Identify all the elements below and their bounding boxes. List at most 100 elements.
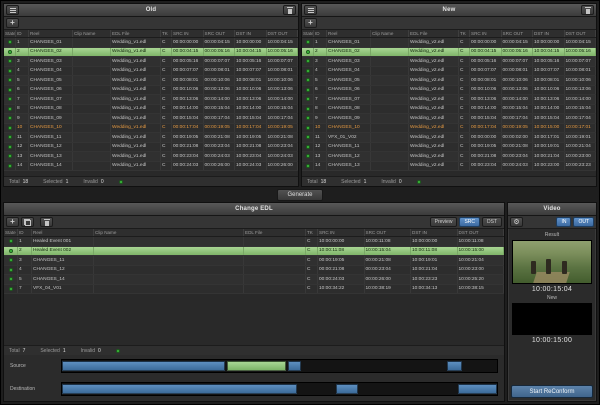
cell-dst-in: 10:00:00:00: [235, 38, 267, 47]
table-row[interactable]: 8CHANGES_08Wedding_v2.edlC00:00:14:0000:…: [302, 105, 596, 115]
preview-button[interactable]: Preview: [430, 217, 458, 227]
cell-clip-name: [73, 48, 111, 57]
destination-timeline-track[interactable]: [61, 382, 498, 396]
video-settings-button[interactable]: ⚙: [510, 217, 523, 227]
cell-state: [4, 143, 16, 152]
table-row[interactable]: 14CHANGES_14Wedding_v1.edlC00:00:24:0300…: [4, 162, 298, 172]
table-row[interactable]: 3CHANGES_03Wedding_v1.edlC00:00:05:1600:…: [4, 57, 298, 67]
table-row[interactable]: 12CHANGES_12Wedding_v1.edlC00:00:21:0800…: [4, 143, 298, 153]
table-row[interactable]: 4CHANGES_04Wedding_v2.edlC00:00:07:0700:…: [302, 67, 596, 77]
table-row[interactable]: 1CHANGES_01Wedding_v2.edlC00:00:00:0000:…: [302, 38, 596, 48]
dst-toggle-button[interactable]: DST: [482, 217, 502, 227]
cell-dst-in: 10:00:07:07: [533, 67, 565, 76]
cell-reel: CHANGES_02: [29, 48, 73, 57]
table-row[interactable]: 2CHANGES_02Wedding_v1.edlC00:00:04:1500:…: [4, 48, 298, 58]
table-row[interactable]: 7CHANGES_07Wedding_v1.edlC00:00:13:0600:…: [4, 95, 298, 105]
new-menu-button[interactable]: [304, 5, 317, 15]
column-header: TK: [306, 229, 318, 236]
column-header: Clip Name: [94, 229, 244, 236]
status-dot: [8, 40, 12, 44]
cell-clip-name: [94, 256, 244, 265]
old-add-button[interactable]: +: [6, 18, 19, 28]
old-menu-button[interactable]: [6, 5, 19, 15]
invalid-label: Invalid: [83, 179, 97, 185]
table-row[interactable]: 6CHANGES_06Wedding_v2.edlC00:00:10:0600:…: [302, 86, 596, 96]
timeline-segment[interactable]: [288, 361, 301, 371]
column-header: SRC OUT: [204, 30, 236, 37]
cell-src-out: 00:00:04:15: [204, 38, 236, 47]
status-dot: [9, 239, 13, 243]
table-row[interactable]: 5CHANGES_05Wedding_v1.edlC00:00:08:0100:…: [4, 76, 298, 86]
cell-tk: C: [161, 95, 172, 104]
generate-button[interactable]: Generate: [277, 189, 322, 201]
cell-state: [4, 76, 16, 85]
cell-dst-in: 10:00:08:01: [235, 76, 267, 85]
timeline-segment[interactable]: [62, 361, 225, 371]
table-row[interactable]: 11CHANGES_11Wedding_v1.edlC00:00:19:0500…: [4, 133, 298, 143]
change-add-button[interactable]: +: [6, 217, 19, 227]
cell-clip-name: [73, 38, 111, 47]
timeline-segment[interactable]: [458, 384, 497, 394]
start-reconform-button[interactable]: Start ReConform: [511, 385, 593, 398]
table-row[interactable]: 9CHANGES_09Wedding_v1.edlC00:00:15:0400:…: [4, 114, 298, 124]
table-row[interactable]: 2Healed Event 002C10:00:11:0810:00:15:04…: [4, 247, 504, 257]
cell-src-out: 00:00:24:03: [502, 162, 534, 171]
table-row[interactable]: 9CHANGES_09Wedding_v2.edlC00:00:15:0400:…: [302, 114, 596, 124]
old-delete-button[interactable]: [283, 5, 296, 15]
timeline-segment[interactable]: [447, 361, 462, 371]
cell-id: 3: [18, 256, 32, 265]
new-delete-button[interactable]: [581, 5, 594, 15]
total-label: Total: [9, 348, 20, 354]
table-row[interactable]: 13CHANGES_13Wedding_v1.edlC00:00:23:0400…: [4, 152, 298, 162]
table-row[interactable]: 10CHANGES_10Wedding_v1.edlC00:00:17:0400…: [4, 124, 298, 134]
table-row[interactable]: 1Healed Event 001C10:00:00:0010:00:11:08…: [4, 237, 504, 247]
table-row[interactable]: 5CHANGES_05Wedding_v2.edlC00:00:08:0100:…: [302, 76, 596, 86]
cell-tk: C: [306, 266, 318, 275]
timeline-segment[interactable]: [62, 384, 297, 394]
new-add-button[interactable]: +: [304, 18, 317, 28]
table-row[interactable]: 7CHANGES_07Wedding_v2.edlC00:00:13:0600:…: [302, 95, 596, 105]
new-table-body: 1CHANGES_01Wedding_v2.edlC00:00:00:0000:…: [302, 38, 596, 176]
table-row[interactable]: 8CHANGES_08Wedding_v1.edlC00:00:14:0000:…: [4, 105, 298, 115]
cell-dst-in: 10:00:23:23: [411, 275, 458, 284]
cell-tk: C: [161, 143, 172, 152]
column-header: SRC IN: [318, 229, 365, 236]
cell-tk: C: [459, 95, 470, 104]
table-row[interactable]: 6CHANGES_06Wedding_v1.edlC00:00:10:0600:…: [4, 86, 298, 96]
table-row[interactable]: 5CHANGES_14C00:00:24:0300:00:26:0010:00:…: [4, 275, 504, 285]
timeline-segment[interactable]: [336, 384, 358, 394]
cell-clip-name: [371, 114, 409, 123]
src-toggle-button[interactable]: SRC: [459, 217, 480, 227]
table-row[interactable]: 7VFX_04_V01C10:00:34:2210:00:38:1910:00:…: [4, 285, 504, 295]
column-header: EDL File: [244, 229, 306, 236]
cell-dst-out: 10:00:10:06: [565, 76, 597, 85]
table-row[interactable]: 10CHANGES_10Wedding_v2.edlC00:00:17:0400…: [302, 124, 596, 134]
table-row[interactable]: 1CHANGES_01Wedding_v1.edlC00:00:00:0000:…: [4, 38, 298, 48]
table-row[interactable]: 11VFX_01_V02Wedding_v2.edlC00:00:00:0000…: [302, 133, 596, 143]
source-timeline-track[interactable]: [61, 359, 498, 373]
table-row[interactable]: 4CHANGES_12C00:00:21:0800:00:23:0410:00:…: [4, 266, 504, 276]
cell-dst-out: 10:00:19:01: [565, 133, 597, 142]
cell-dst-in: 10:00:19:05: [235, 133, 267, 142]
out-button[interactable]: OUT: [573, 217, 594, 227]
cell-reel: CHANGES_04: [327, 67, 371, 76]
cell-state: [302, 152, 314, 161]
cell-edl-file: Wedding_v1.edl: [111, 95, 161, 104]
table-row[interactable]: 14CHANGES_13Wedding_v2.edlC00:00:23:0400…: [302, 162, 596, 172]
cell-clip-name: [73, 143, 111, 152]
table-row[interactable]: 4CHANGES_04Wedding_v1.edlC00:00:07:0700:…: [4, 67, 298, 77]
table-row[interactable]: 2CHANGES_02Wedding_v2.edlC00:00:04:1500:…: [302, 48, 596, 58]
table-row[interactable]: 3CHANGES_11C00:00:19:0500:00:21:0810:00:…: [4, 256, 504, 266]
in-button[interactable]: IN: [556, 217, 571, 227]
cell-reel: CHANGES_01: [327, 38, 371, 47]
table-row[interactable]: 13CHANGES_12Wedding_v2.edlC00:00:21:0800…: [302, 152, 596, 162]
cell-dst-in: 10:00:23:04: [235, 152, 267, 161]
cell-src-out: 00:00:04:15: [502, 38, 534, 47]
status-dot: [8, 135, 12, 139]
change-duplicate-button[interactable]: [21, 217, 34, 227]
change-delete-button[interactable]: [40, 217, 53, 227]
table-row[interactable]: 12CHANGES_11Wedding_v2.edlC00:00:19:0500…: [302, 143, 596, 153]
table-row[interactable]: 3CHANGES_03Wedding_v2.edlC00:00:05:1600:…: [302, 57, 596, 67]
cell-dst-out: 10:00:10:06: [267, 76, 299, 85]
timeline-segment[interactable]: [227, 361, 286, 371]
